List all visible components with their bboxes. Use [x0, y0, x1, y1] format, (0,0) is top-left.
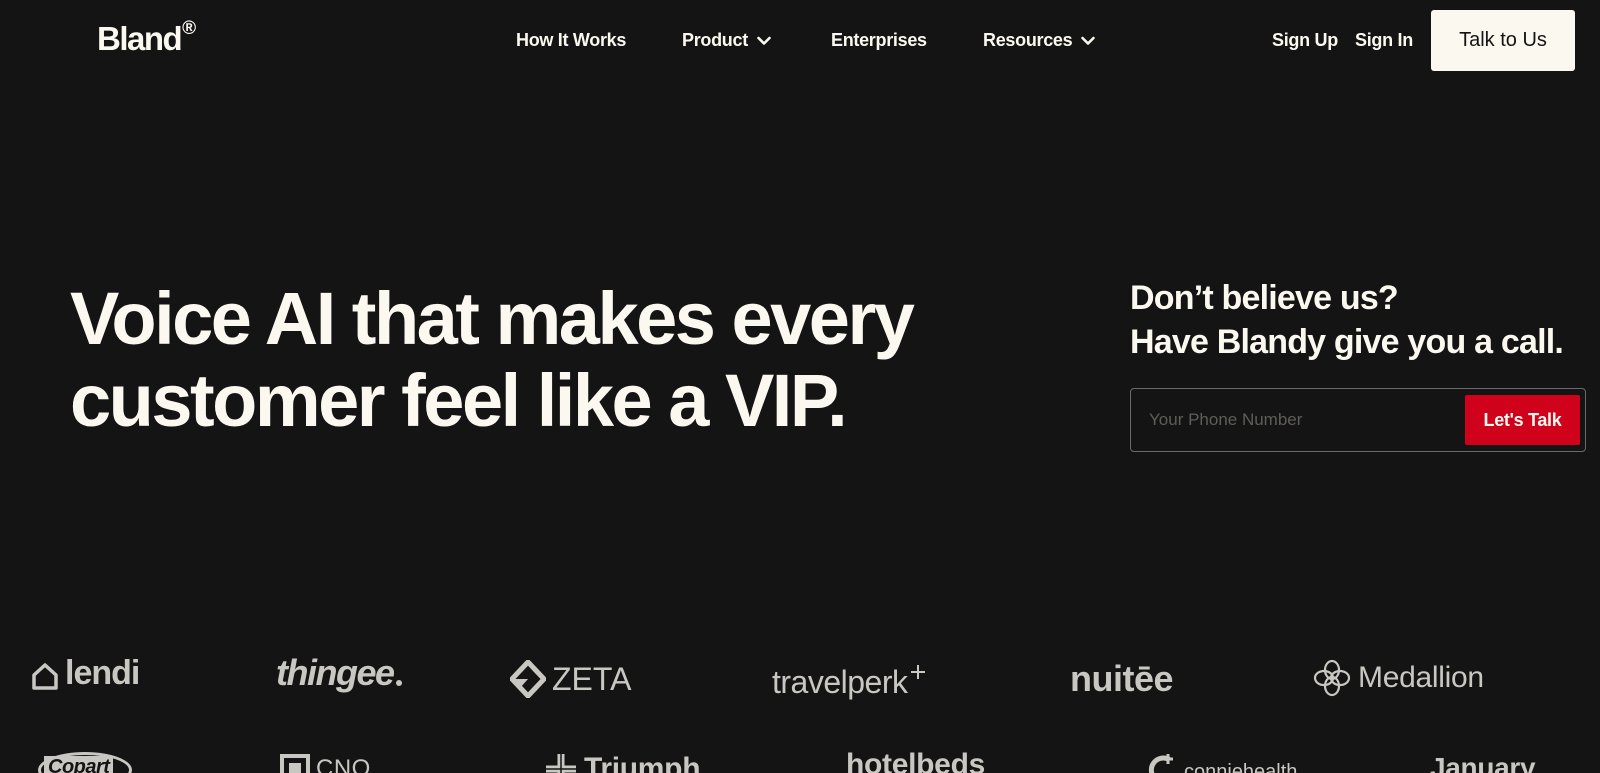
chevron-down-icon [1081, 36, 1096, 45]
hero-title-line-1: Voice AI that makes every [70, 277, 915, 360]
conniehealth-c-icon [1148, 754, 1173, 773]
logo-zeta-text: ZETA [552, 660, 632, 697]
hero-title-line-2: customer feel like a VIP. [70, 359, 848, 442]
hero-title: Voice AI that makes every customer feel … [70, 278, 970, 442]
nav-product[interactable]: Product [682, 30, 772, 51]
logo-triumph-text: Triumph [584, 752, 701, 773]
logo-zeta: ZETA [510, 660, 631, 698]
cno-square-icon [280, 754, 310, 773]
triumph-cross-icon [546, 754, 576, 773]
chevron-down-icon [757, 36, 771, 45]
registered-mark: ® [182, 18, 196, 39]
nav-resources-label: Resources [983, 30, 1073, 50]
logo-thingee-dot [395, 680, 402, 686]
nav-enterprises-label: Enterprises [831, 30, 927, 50]
logo-cno-text: CNO [316, 755, 371, 773]
logo-lendi-text: lendi [65, 654, 140, 692]
sign-up-link[interactable]: Sign Up [1272, 30, 1338, 51]
lets-talk-button[interactable]: Let's Talk [1465, 395, 1580, 445]
logo-conniehealth: conniehealth [1146, 752, 1297, 773]
logo-conniehealth-text: conniehealth [1184, 760, 1298, 773]
logo-triumph: Triumph [544, 752, 701, 773]
logo-travelperk-text: travelperk [772, 664, 908, 700]
medallion-knot-icon [1313, 659, 1351, 697]
logo-thingee-text: thingee [276, 652, 395, 693]
nav-enterprises[interactable]: Enterprises [831, 30, 927, 51]
nav-product-label: Product [682, 30, 748, 50]
logo-nuitee: nuitēe [1070, 658, 1174, 700]
logo-copart: Copart [38, 750, 132, 773]
nav-resources[interactable]: Resources [983, 30, 1096, 51]
logo-january: January [1430, 752, 1536, 773]
brand-logo[interactable]: Bland® [97, 18, 196, 58]
logo-cno: CNO [280, 754, 371, 773]
brand-name: Bland [97, 20, 183, 57]
phone-number-input[interactable] [1131, 389, 1461, 451]
sign-in-label: Sign In [1355, 30, 1413, 50]
logo-hotelbeds: hotelbeds [846, 748, 985, 773]
nav-how-it-works-label: How It Works [516, 30, 627, 50]
logo-thingee: thingee [276, 652, 402, 694]
logo-travelperk: travelperk [772, 656, 926, 701]
cta-line-1: Don’t believe us? [1130, 279, 1399, 317]
logo-medallion-text: Medallion [1358, 661, 1484, 694]
phone-call-form: Let's Talk [1130, 388, 1586, 452]
logo-lendi: lendi [31, 654, 140, 693]
top-nav: Bland® How It Works Product Enterprises … [0, 0, 1600, 82]
call-cta-heading: Don’t believe us? Have Blandy give you a… [1130, 276, 1600, 364]
sign-up-label: Sign Up [1272, 30, 1338, 50]
zeta-diamond-icon [510, 660, 546, 698]
logo-nuitee-text: nuitēe [1070, 658, 1174, 699]
logo-january-text: January [1430, 752, 1536, 773]
talk-to-us-button[interactable]: Talk to Us [1431, 10, 1575, 71]
logo-medallion: Medallion [1312, 658, 1484, 698]
sign-in-link[interactable]: Sign In [1355, 30, 1413, 51]
plus-icon [910, 664, 925, 679]
nav-how-it-works[interactable]: How It Works [516, 30, 626, 51]
logo-hotelbeds-text: hotelbeds [846, 748, 985, 773]
logo-copart-text: Copart [44, 756, 114, 773]
house-icon [32, 662, 58, 690]
cta-line-2: Have Blandy give you a call. [1130, 323, 1564, 361]
